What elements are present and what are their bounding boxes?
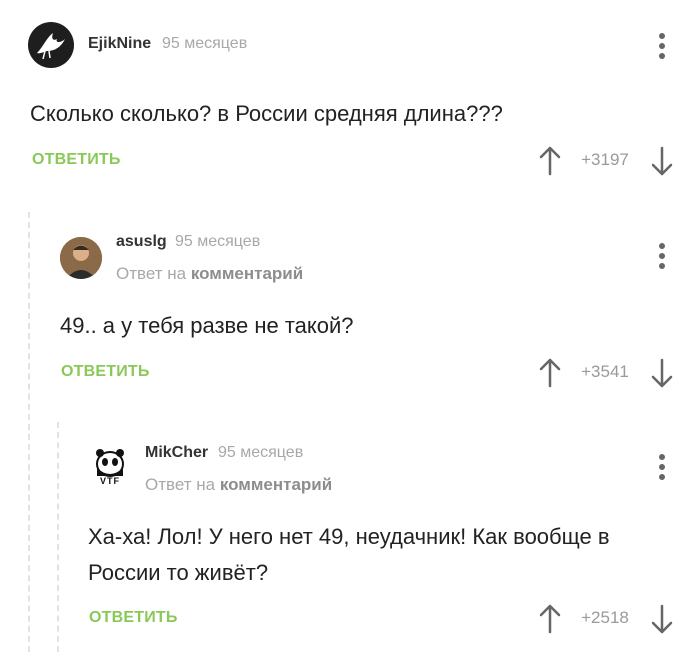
upvote-arrow-icon[interactable] [538,358,562,388]
timestamp: 95 месяцев [218,444,304,461]
rating-value: +2518 [581,608,629,627]
more-options-icon[interactable] [654,31,670,61]
reply-target-link[interactable]: комментарий [220,475,332,494]
upvote-arrow-icon[interactable] [538,146,562,176]
thread-line-level-1 [28,212,30,652]
reply-prefix: Ответ на [145,475,216,494]
comment-text-line: России то живёт? [88,560,269,585]
reply-note: Ответ на комментарий [145,475,332,495]
rating-value: +3197 [581,150,629,169]
thread-line-level-2 [57,422,59,652]
downvote-arrow-icon[interactable] [650,604,674,634]
comment-text: Ха-ха! Лол! У него нет 49, неудачник! Ка… [88,519,610,591]
panda-logo-icon [96,449,124,477]
avatar[interactable] [60,237,102,279]
comment-text-line: Ха-ха! Лол! У него нет 49, неудачник! Ка… [88,524,610,549]
more-options-icon[interactable] [654,452,670,482]
username[interactable]: EjikNine [88,35,151,53]
reply-target-link[interactable]: комментарий [191,264,303,283]
avatar[interactable]: VTF [88,444,132,488]
rating-value: +3541 [581,362,629,381]
avatar[interactable] [28,22,74,68]
timestamp: 95 месяцев [162,35,248,52]
upvote-arrow-icon[interactable] [538,604,562,634]
timestamp: 95 месяцев [175,233,261,250]
downvote-arrow-icon[interactable] [650,358,674,388]
bird-icon [37,33,65,60]
username[interactable]: asuslg [116,233,167,251]
logo-text: VTF [100,476,120,486]
reply-note: Ответ на комментарий [116,264,303,284]
downvote-arrow-icon[interactable] [650,146,674,176]
more-options-icon[interactable] [654,241,670,271]
comment-text: 49.. а у тебя разве не такой? [60,313,354,338]
reply-prefix: Ответ на [116,264,187,283]
username[interactable]: MikCher [145,444,208,462]
reply-button[interactable]: ОТВЕТИТЬ [32,151,121,169]
reply-button[interactable]: ОТВЕТИТЬ [61,363,150,381]
reply-button[interactable]: ОТВЕТИТЬ [89,609,178,627]
user-photo-icon [60,237,102,279]
comment-text: Сколько сколько? в России средняя длина?… [30,101,503,126]
